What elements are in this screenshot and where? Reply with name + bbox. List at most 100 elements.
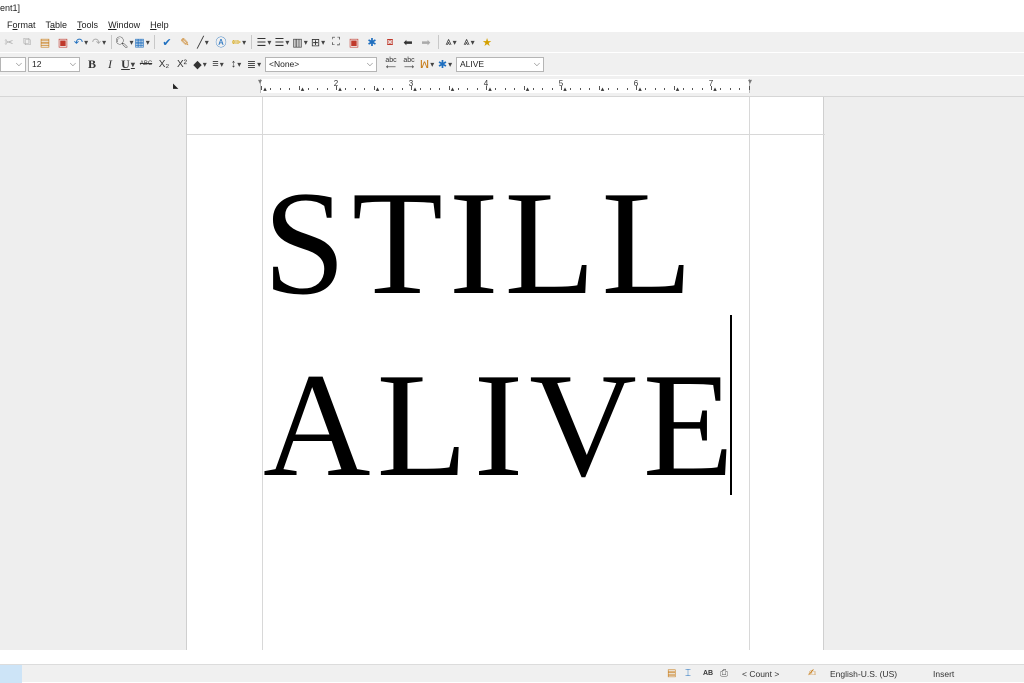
ruler-tick — [561, 86, 562, 90]
undo-icon[interactable]: ↶ — [73, 34, 89, 50]
tab-stop-icon[interactable]: ▴ — [526, 85, 530, 93]
math-icon[interactable]: ✱ — [437, 56, 453, 72]
text-box-icon[interactable]: Ⓐ — [213, 34, 229, 50]
paste-icon[interactable]: ▤ — [37, 34, 53, 50]
indent-marker-icon[interactable]: ▾ — [258, 77, 262, 86]
ruler-tick — [711, 86, 712, 90]
tab-stop-icon[interactable]: ▴ — [713, 85, 717, 93]
superscript-button[interactable]: X² — [174, 56, 190, 72]
clone-formatting-icon[interactable]: ✎ — [177, 34, 193, 50]
ruler-tick — [654, 88, 656, 90]
star-icon[interactable]: ★ — [479, 34, 495, 50]
tab-stop-icon[interactable]: ▴ — [638, 85, 642, 93]
text-direction-ltr-icon[interactable]: abc ⟵ — [383, 56, 399, 72]
italic-button[interactable]: I — [102, 56, 118, 72]
insert-table-icon[interactable]: ▦ — [134, 34, 150, 50]
hyphenation-icon[interactable]: ꟽ — [419, 56, 435, 72]
font-effect-icon[interactable]: ⩓ — [461, 34, 477, 50]
ruler-tick — [392, 88, 394, 90]
tab-stop-icon[interactable]: ▴ — [301, 85, 305, 93]
tab-stop-icon[interactable]: ▴ — [601, 85, 605, 93]
bullet-list-icon[interactable]: ☰ — [274, 34, 290, 50]
copy-icon[interactable]: ⧉ — [19, 34, 35, 50]
language-status[interactable]: English-U.S. (US) — [830, 669, 897, 679]
word-count[interactable]: < Count > — [742, 669, 779, 679]
digital-signature-icon[interactable]: ✍ — [808, 668, 816, 679]
tab-stop-icon[interactable]: ▴ — [263, 85, 267, 93]
page-indicator[interactable] — [0, 664, 22, 683]
asterisk-icon[interactable]: ✱ — [364, 34, 380, 50]
horizontal-ruler[interactable]: ▾ ▾ 2 3 4 5 6 7 ▴ ▴ ▴ ▴ ▴ ▴ ▴ ▴ ▴ ▴ ▴ ▴ ▴ — [258, 77, 752, 93]
ruler-tick — [664, 88, 666, 90]
standard-toolbar: ✂ ⧉ ▤ ▣ ↶ ↷ 🔍︎ ▦ ✔ ✎ ╱ Ⓐ ✏ ☰ ☰ ▥ ⊞ ⛶ ▣ ✱… — [0, 32, 1024, 52]
tab-stop-icon[interactable]: ▴ — [413, 85, 417, 93]
paragraph-style-combo[interactable]: <None> ⌵ — [265, 56, 377, 72]
ruler-tick — [289, 88, 291, 90]
right-indent-marker-icon[interactable]: ▾ — [748, 77, 752, 86]
insert-mode-status[interactable]: Insert — [933, 669, 954, 679]
tab-stop-icon[interactable]: ▴ — [338, 85, 342, 93]
tab-stop-icon[interactable]: ▴ — [451, 85, 455, 93]
paste-special-icon[interactable]: ▣ — [55, 34, 71, 50]
line-icon[interactable]: ╱ — [195, 34, 211, 50]
tab-type-icon[interactable]: ◣ — [173, 82, 178, 90]
document-page[interactable]: STILL ALIVE — [186, 97, 825, 650]
font-name-combo[interactable]: ⌵ — [0, 56, 26, 72]
menu-bar: Format Table Tools Window Help — [0, 17, 1024, 32]
forward-arrow-icon[interactable]: ➡ — [418, 34, 434, 50]
ruler-tick — [298, 86, 300, 90]
find-icon[interactable]: 🔍︎ — [115, 34, 132, 50]
ruler-tick — [701, 88, 703, 90]
document-modified-icon[interactable]: ▤ — [667, 668, 676, 679]
ruler-tick — [598, 86, 600, 90]
cut-icon[interactable]: ✂ — [1, 34, 17, 50]
font-size-value: 12 — [32, 59, 42, 69]
spellcheck-status[interactable]: AB — [703, 670, 713, 677]
menu-help[interactable]: Help — [150, 20, 169, 30]
ruler-tick — [429, 88, 431, 90]
ruler-tick — [420, 88, 422, 90]
font-size-combo[interactable]: 12 ⌵ — [28, 56, 80, 72]
layers-icon[interactable]: ⧈ — [382, 34, 398, 50]
highlighter-icon[interactable]: ✏ — [231, 34, 247, 50]
text-direction-rtl-icon[interactable]: abc ⟶ — [401, 56, 417, 72]
back-arrow-icon[interactable]: ⬅ — [400, 34, 416, 50]
borders-icon[interactable]: ⊞ — [310, 34, 326, 50]
menu-window[interactable]: Window — [108, 20, 140, 30]
fit-page-icon[interactable]: ⛶ — [328, 34, 344, 50]
ruler-tick — [345, 88, 347, 90]
tab-stop-icon[interactable]: ▴ — [676, 85, 680, 93]
spellcheck-icon[interactable]: ✔ — [159, 34, 175, 50]
font-work-icon[interactable]: ⩓ — [443, 34, 459, 50]
find-text-combo[interactable]: ALIVE ⌵ — [456, 56, 544, 72]
ruler-tick — [411, 86, 412, 90]
tab-stop-icon[interactable]: ▴ — [488, 85, 492, 93]
print-icon[interactable]: ⎙ — [720, 668, 728, 679]
calendar-icon[interactable]: ▣ — [346, 34, 362, 50]
ruler-tick — [354, 88, 356, 90]
menu-tools[interactable]: Tools — [77, 20, 98, 30]
tab-stop-icon[interactable]: ▴ — [376, 85, 380, 93]
tab-stop-icon[interactable]: ▴ — [563, 85, 567, 93]
line-spacing-icon[interactable]: ↕ — [228, 56, 244, 72]
redo-icon[interactable]: ↷ — [91, 34, 107, 50]
underline-button[interactable]: U — [120, 56, 136, 72]
paragraph-spacing-icon[interactable]: ≣ — [246, 56, 262, 72]
ruler-tick — [448, 86, 450, 90]
menu-table[interactable]: Table — [46, 20, 68, 30]
ruler-tick — [495, 88, 497, 90]
document-body-text[interactable]: STILL ALIVE — [263, 153, 740, 517]
ruler-tick — [373, 86, 375, 90]
columns-icon[interactable]: ▥ — [292, 34, 308, 50]
status-bar: ▤ ⌶ AB ⎙ < Count > ✍ English-U.S. (US) I… — [0, 664, 1024, 683]
selection-mode-icon[interactable]: ⌶ — [685, 668, 691, 679]
toolbar-separator — [251, 35, 252, 49]
numbered-list-icon[interactable]: ☰ — [256, 34, 272, 50]
ruler-tick — [307, 88, 309, 90]
strikethrough-button[interactable]: ABC — [138, 56, 154, 72]
menu-format[interactable]: Format — [7, 20, 36, 30]
align-left-icon[interactable]: ≡ — [210, 56, 226, 72]
subscript-button[interactable]: X₂ — [156, 56, 172, 72]
bold-button[interactable]: B — [84, 56, 100, 72]
character-highlight-icon[interactable]: ◆ — [192, 56, 208, 72]
